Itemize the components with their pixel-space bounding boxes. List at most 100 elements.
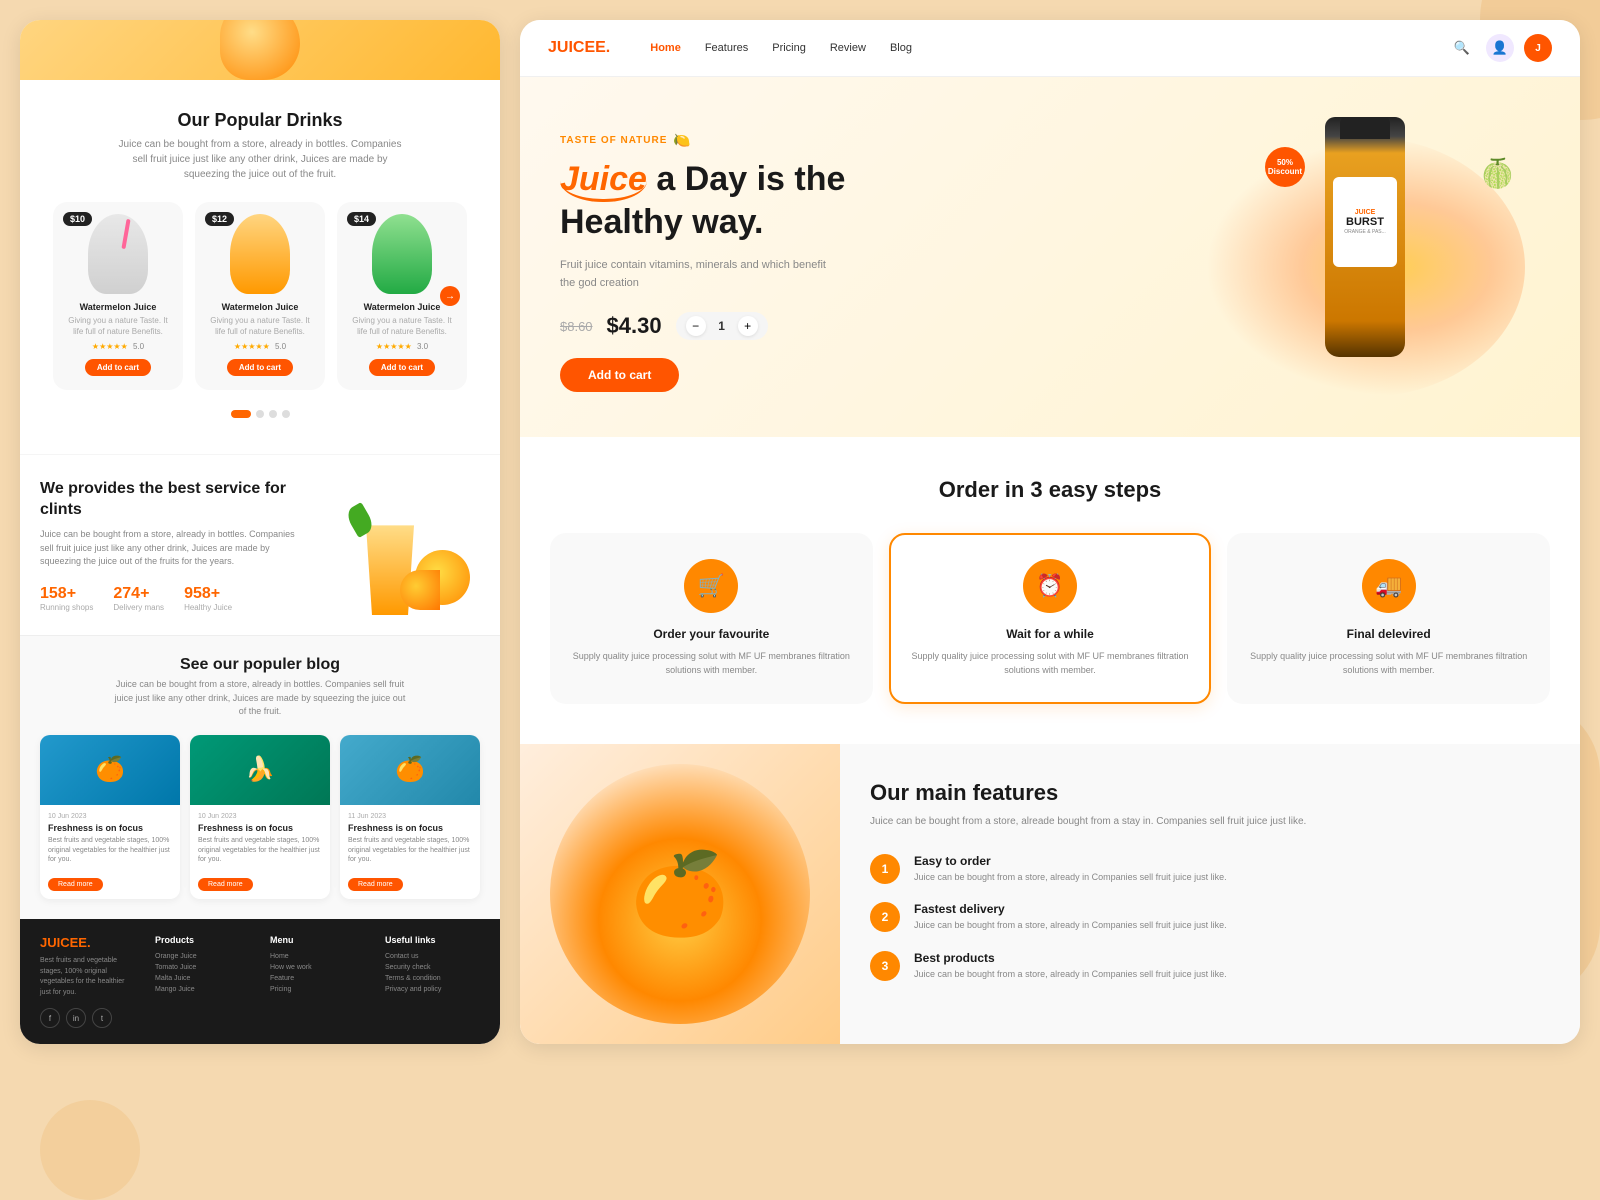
read-more-0[interactable]: Read more — [48, 878, 103, 891]
read-more-1[interactable]: Read more — [198, 878, 253, 891]
user-icon[interactable]: 👤 — [1486, 34, 1514, 62]
footer-menu-0[interactable]: Home — [270, 953, 365, 960]
feature-desc-2: Juice can be bought from a store, alread… — [914, 968, 1227, 982]
service-desc: Juice can be bought from a store, alread… — [40, 528, 304, 569]
blog-body-2: 11 Jun 2023 Freshness is on focus Best f… — [340, 805, 480, 899]
fruit-decoration: 🍈 — [1480, 157, 1515, 190]
feature-desc-1: Juice can be bought from a store, alread… — [914, 919, 1227, 933]
footer-useful-1[interactable]: Security check — [385, 964, 480, 971]
footer-link-0[interactable]: Orange Juice — [155, 953, 250, 960]
features-section: 🍊 Our main features Juice can be bought … — [520, 744, 1580, 1044]
blog-image-1: 🍌 — [190, 735, 330, 805]
drink-desc-0: Giving you a nature Taste. It life full … — [63, 315, 173, 337]
feature-title-0: Easy to order — [914, 854, 1227, 868]
blog-image-0: 🍊 — [40, 735, 180, 805]
footer-useful-3[interactable]: Privacy and policy — [385, 986, 480, 993]
add-to-cart-hero[interactable]: Add to cart — [560, 358, 679, 392]
hero-tag-emoji: 🍋 — [673, 132, 691, 149]
dot-3[interactable] — [269, 410, 277, 418]
blog-subtitle: Juice can be bought from a store, alread… — [110, 678, 410, 719]
search-icon[interactable]: 🔍 — [1448, 34, 1476, 62]
nav-link-review[interactable]: Review — [830, 42, 866, 54]
drink-image-1 — [230, 214, 290, 294]
footer-link-3[interactable]: Mango Juice — [155, 986, 250, 993]
dot-4[interactable] — [282, 410, 290, 418]
blog-body-0: 10 Jun 2023 Freshness is on focus Best f… — [40, 805, 180, 899]
qty-decrease[interactable]: − — [686, 316, 706, 336]
qty-increase[interactable]: + — [738, 316, 758, 336]
blog-post-title-1: Freshness is on focus — [198, 823, 322, 833]
add-to-cart-1[interactable]: Add to cart — [227, 359, 293, 376]
dot-2[interactable] — [256, 410, 264, 418]
step-title-2: Final delevired — [1245, 627, 1532, 641]
step-icon-1: ⏰ — [1023, 559, 1077, 613]
avatar[interactable]: J — [1524, 34, 1552, 62]
footer-menu-3[interactable]: Pricing — [270, 986, 365, 993]
right-nav: JUICEE. Home Features Pricing Review Blo… — [520, 20, 1580, 77]
feature-text-2: Best products Juice can be bought from a… — [914, 951, 1227, 982]
features-content: Our main features Juice can be bought fr… — [840, 744, 1580, 1044]
footer-menu-heading: Menu — [270, 935, 365, 945]
blog-icon-2: 🍊 — [395, 755, 425, 784]
hero-product-image: JUICE BURST ORANGE & PAS... 50% Discount… — [1190, 117, 1540, 407]
step-desc-1: Supply quality juice processing solut wi… — [907, 649, 1194, 678]
bottle-cap — [1340, 117, 1390, 139]
stat-number-1: 274+ — [113, 585, 149, 602]
feature-num-0: 1 — [870, 854, 900, 884]
blog-image-2: 🍊 — [340, 735, 480, 805]
footer-menu-1[interactable]: How we work — [270, 964, 365, 971]
step-card-2: 🚚 Final delevired Supply quality juice p… — [1227, 533, 1550, 704]
drink-price-1: $12 — [205, 212, 234, 226]
footer-link-1[interactable]: Tomato Juice — [155, 964, 250, 971]
footer-useful-2[interactable]: Terms & condition — [385, 975, 480, 982]
left-footer: JUICEE. Best fruits and vegetable stages… — [20, 919, 500, 1044]
bottle-shape: JUICE BURST ORANGE & PAS... — [1325, 117, 1405, 357]
footer-link-2[interactable]: Malta Juice — [155, 975, 250, 982]
blog-post-desc-1: Best fruits and vegetable stages, 100% o… — [198, 836, 322, 865]
nav-link-home[interactable]: Home — [650, 42, 681, 54]
social-instagram[interactable]: in — [66, 1008, 86, 1028]
step-title-0: Order your favourite — [568, 627, 855, 641]
step-title-1: Wait for a while — [907, 627, 1194, 641]
bottle-name: BURST — [1346, 216, 1384, 228]
add-to-cart-2[interactable]: Add to cart — [369, 359, 435, 376]
add-to-cart-0[interactable]: Add to cart — [85, 359, 151, 376]
drink-stars-1: ★★★★★ 5.0 — [205, 342, 315, 351]
nav-link-features[interactable]: Features — [705, 42, 748, 54]
stat-1: 274+ Delivery mans — [113, 585, 164, 612]
drink-card-1: $12 Watermelon Juice Giving you a nature… — [195, 202, 325, 390]
social-twitter[interactable]: t — [92, 1008, 112, 1028]
step-card-1: ⏰ Wait for a while Supply quality juice … — [889, 533, 1212, 704]
orange-glass — [330, 475, 470, 615]
blog-post-desc-2: Best fruits and vegetable stages, 100% o… — [348, 836, 472, 865]
feature-num-1: 2 — [870, 902, 900, 932]
feature-text-0: Easy to order Juice can be bought from a… — [914, 854, 1227, 885]
footer-menu-2[interactable]: Feature — [270, 975, 365, 982]
drink-price-0: $10 — [63, 212, 92, 226]
feature-item-0: 1 Easy to order Juice can be bought from… — [870, 854, 1550, 885]
footer-products-links: Orange Juice Tomato Juice Malta Juice Ma… — [155, 953, 250, 993]
footer-social: f in t — [40, 1008, 135, 1028]
drinks-carousel: $10 Watermelon Juice Giving you a nature… — [40, 202, 480, 390]
hero-old-price: $8.60 — [560, 319, 593, 334]
nav-link-pricing[interactable]: Pricing — [772, 42, 806, 54]
nav-icons: 🔍 👤 J — [1448, 34, 1552, 62]
dot-1[interactable] — [231, 410, 251, 418]
blog-icon-0: 🍊 — [95, 755, 125, 784]
stat-number-0: 158+ — [40, 585, 76, 602]
stats-row: 158+ Running shops 274+ Delivery mans 95… — [40, 585, 304, 612]
drink-image-2 — [372, 214, 432, 294]
footer-useful-0[interactable]: Contact us — [385, 953, 480, 960]
read-more-2[interactable]: Read more — [348, 878, 403, 891]
nav-link-blog[interactable]: Blog — [890, 42, 912, 54]
nav-logo: JUICEE. — [548, 39, 610, 57]
drink-name-1: Watermelon Juice — [205, 302, 315, 312]
social-facebook[interactable]: f — [40, 1008, 60, 1028]
steps-grid: 🛒 Order your favourite Supply quality ju… — [550, 533, 1550, 704]
discount-label: Discount — [1268, 167, 1302, 176]
service-section: We provides the best service for clints … — [20, 454, 500, 635]
blog-post-title-0: Freshness is on focus — [48, 823, 172, 833]
hero-tag: TASTE OF NATURE 🍋 — [560, 132, 1190, 149]
carousel-next-arrow[interactable]: → — [440, 286, 460, 306]
features-orange-emoji: 🍊 — [630, 847, 730, 941]
